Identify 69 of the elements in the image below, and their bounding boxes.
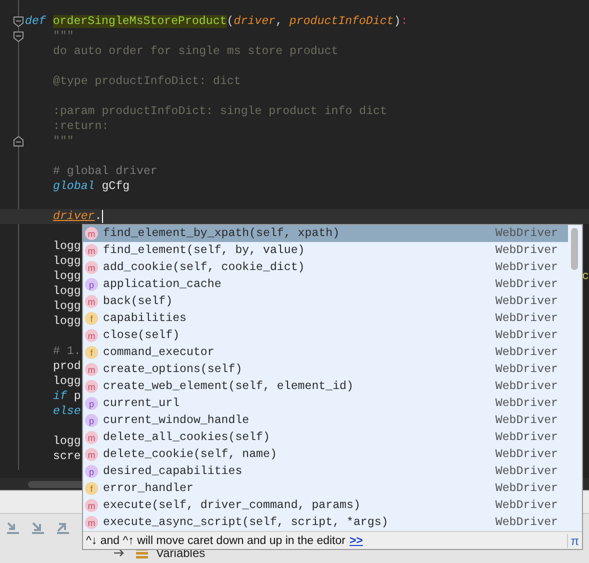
fold-icon[interactable] [13, 16, 24, 27]
pi-button[interactable]: π [566, 534, 582, 548]
completion-item[interactable]: p desired_capabilities WebDriver [83, 463, 568, 480]
code-line: :return: [53, 120, 109, 134]
method-badge: m [85, 363, 98, 376]
completion-item[interactable]: f command_executor WebDriver [83, 344, 568, 361]
completion-item[interactable]: p current_window_handle WebDriver [83, 412, 568, 429]
code-line: logg [53, 240, 81, 254]
completion-item[interactable]: m close(self) WebDriver [83, 327, 568, 344]
code-line: """ [53, 134, 74, 148]
completion-item[interactable]: m delete_cookie(self, name) WebDriver [83, 446, 568, 463]
field-badge: f [85, 312, 98, 325]
property-badge: p [85, 414, 98, 427]
code-line: c [582, 270, 589, 284]
code-line: logg [53, 254, 81, 268]
property-badge: p [85, 397, 98, 410]
completion-item[interactable]: m find_element_by_xpath(self, xpath) WebDriver [83, 225, 568, 242]
fold-icon[interactable] [13, 31, 24, 42]
property-badge: p [85, 465, 98, 478]
code-line: logg [53, 300, 81, 314]
code-line: @type productInfoDict: dict [53, 74, 241, 88]
code-line: logg [53, 270, 81, 284]
hint-text: ^↓ and ^↑ will move caret down and up in the editor [86, 534, 346, 546]
code-line: if p [53, 390, 81, 404]
method-badge: m [85, 329, 98, 342]
completion-item[interactable]: m find_element(self, by, value) WebDriver [83, 242, 568, 259]
code-line: logg [53, 434, 81, 448]
code-line: prod [53, 360, 81, 374]
property-badge: p [85, 278, 98, 291]
completion-item[interactable]: m add_cookie(self, cookie_dict) WebDriver [83, 259, 568, 276]
code-line: # 1. [53, 344, 81, 358]
method-badge: m [85, 295, 98, 308]
code-line: else [53, 404, 82, 418]
fold-icon[interactable] [13, 136, 24, 147]
code-line: :param productInfoDict: single product info dict [53, 104, 387, 118]
completion-item[interactable]: p current_url WebDriver [83, 395, 568, 412]
code-line: driver. [53, 210, 102, 224]
method-badge: m [85, 516, 98, 529]
text-caret [102, 210, 103, 223]
code-line: # global driver [53, 164, 158, 178]
panel-title: Variables [156, 546, 206, 560]
field-badge: f [85, 346, 98, 359]
method-badge: m [85, 431, 98, 444]
completion-item[interactable]: m execute(self, driver_command, params) WebDriver [83, 497, 568, 514]
completion-item[interactable]: m create_web_element(self, element_id) WebDriver [83, 378, 568, 395]
code-line: logg [53, 374, 81, 388]
method-badge: m [85, 380, 98, 393]
method-badge: m [85, 448, 98, 461]
completion-item[interactable]: m back(self) WebDriver [83, 293, 568, 310]
code-line: """ [53, 30, 74, 44]
code-line: do auto order for single ms store product [53, 44, 338, 58]
code-line: logg [53, 284, 81, 298]
method-badge: m [85, 499, 98, 512]
method-badge: m [85, 227, 98, 240]
scrollbar-thumb[interactable] [571, 228, 578, 270]
field-badge: f [85, 482, 98, 495]
completion-item[interactable]: f capabilities WebDriver [83, 310, 568, 327]
code-line: scre [53, 450, 81, 464]
completion-item[interactable]: m create_options(self) WebDriver [83, 361, 568, 378]
completion-item[interactable]: m delete_all_cookies(self) WebDriver [83, 429, 568, 446]
more-link[interactable]: >> [349, 534, 363, 546]
method-badge: m [85, 244, 98, 257]
completion-item[interactable]: f error_handler WebDriver [83, 480, 568, 497]
code-line: logg [53, 314, 81, 328]
code-line: def orderSingleMsStoreProduct(driver, productInfoDict): [25, 14, 408, 28]
completion-item[interactable]: p application_cache WebDriver [83, 276, 568, 293]
completion-item[interactable]: m execute_async_script(self, script, *args) WebDriver [83, 514, 568, 531]
method-badge: m [85, 261, 98, 274]
code-line: global gCfg [53, 180, 130, 194]
